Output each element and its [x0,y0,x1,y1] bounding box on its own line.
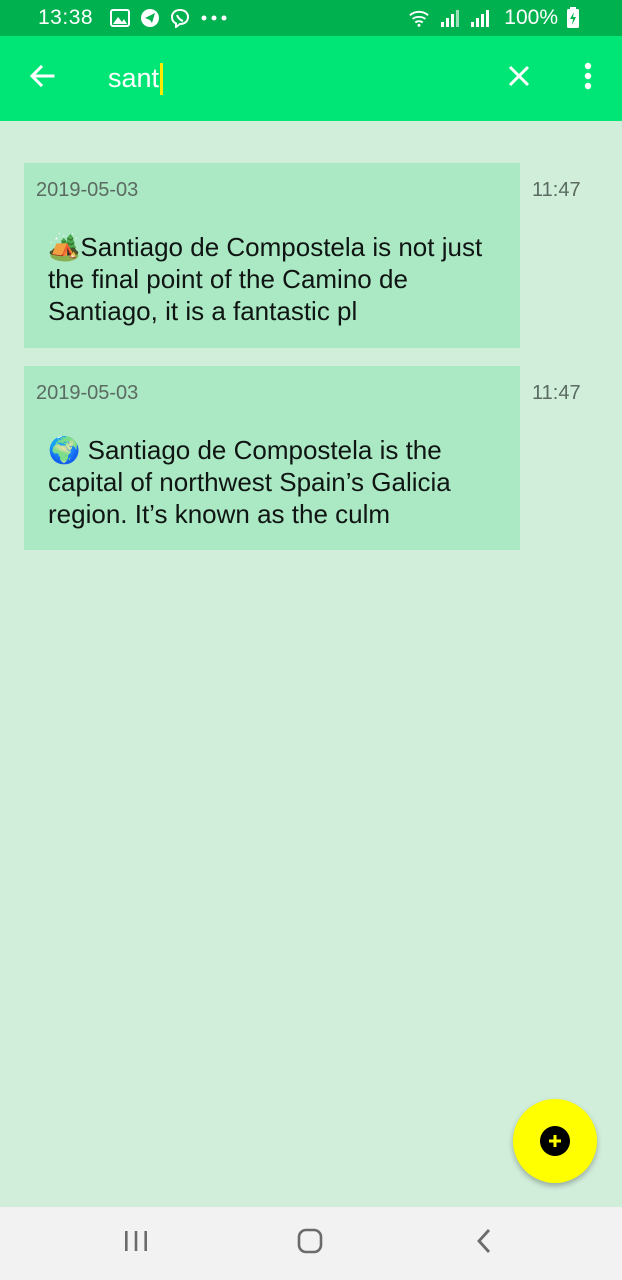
viber-icon [169,7,191,29]
note-card[interactable]: 2019-05-03 🌍 Santiago de Compostela is t… [24,366,520,550]
gallery-icon [109,7,131,29]
search-app-bar: sant [0,36,622,121]
status-time: 13:38 [38,6,94,29]
add-note-button[interactable] [513,1099,597,1183]
battery-charging-icon [562,7,584,29]
home-button[interactable] [270,1207,350,1280]
back-nav-button[interactable] [444,1207,524,1280]
more-dots-icon [199,7,229,29]
wifi-icon [408,7,430,29]
notes-list: 2019-05-03 🏕️Santiago de Compostela is n… [24,163,598,568]
note-card[interactable]: 2019-05-03 🏕️Santiago de Compostela is n… [24,163,520,348]
list-item[interactable]: 2019-05-03 🏕️Santiago de Compostela is n… [24,163,598,348]
status-bar: 13:38 100% [0,0,622,36]
text-cursor [160,62,164,95]
close-icon [508,65,530,92]
recent-apps-icon [123,1230,149,1257]
more-vert-icon [584,62,592,95]
note-date: 2019-05-03 [36,179,139,201]
recent-apps-button[interactable] [96,1207,176,1280]
arrow-left-icon [29,64,55,93]
signal-icon [468,7,490,29]
back-button[interactable] [0,36,84,121]
note-time: 11:47 [532,382,581,404]
search-query-text: sant [108,63,160,93]
note-date: 2019-05-03 [36,382,139,404]
battery-percentage: 100% [504,6,558,29]
list-item[interactable]: 2019-05-03 🌍 Santiago de Compostela is t… [24,366,598,550]
clear-search-button[interactable] [494,36,544,121]
home-icon [297,1228,323,1259]
search-input[interactable]: sant [108,59,164,99]
system-nav-bar [0,1207,622,1280]
overflow-menu-button[interactable] [566,36,610,121]
signal-icon [438,7,460,29]
note-time: 11:47 [532,179,581,201]
note-text: 🏕️Santiago de Compostela is not just the… [48,232,483,326]
back-icon [476,1228,492,1259]
add-circle-icon [540,1126,570,1156]
note-text: 🌍 Santiago de Compostela is the capital … [48,435,451,529]
telegram-icon [139,7,161,29]
